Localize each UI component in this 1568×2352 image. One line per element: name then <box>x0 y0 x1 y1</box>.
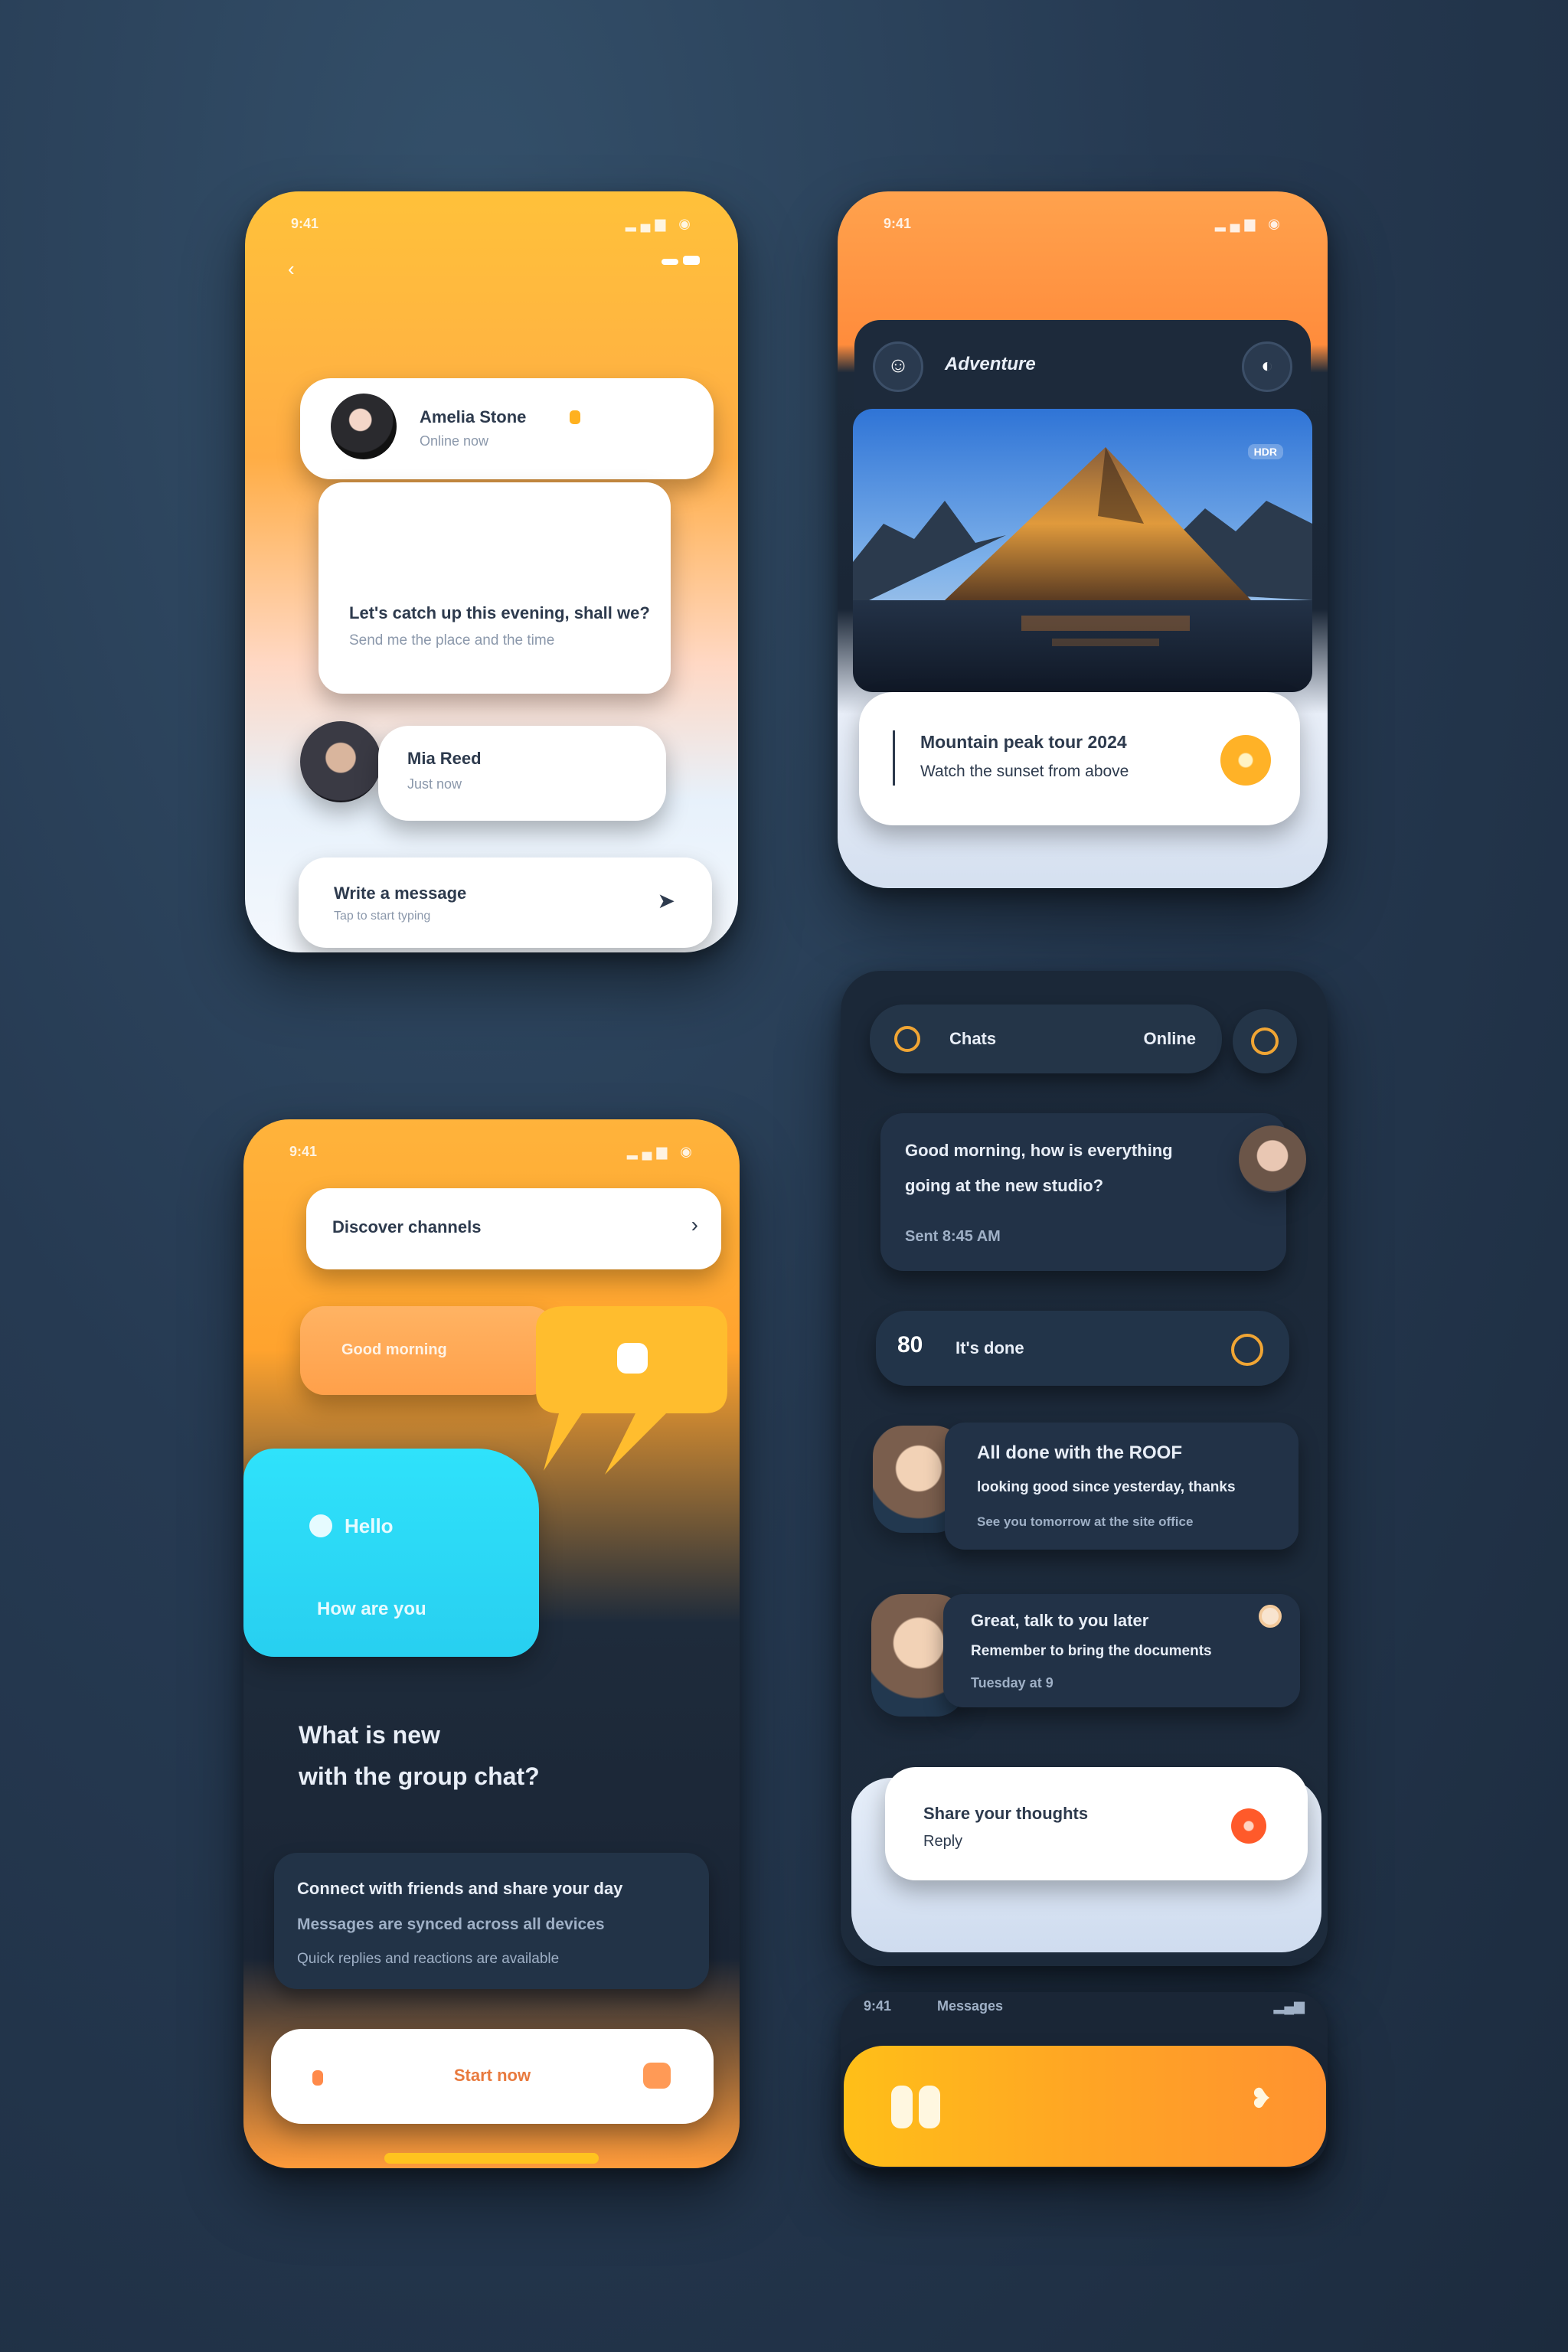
photo-phone: 9:41 ▂▄▆ ◉ ☺ Adventure ◐ HDR Mountain pe… <box>838 191 1328 888</box>
chat-list-dark: Chats Online Good morning, how is everyt… <box>841 971 1328 1966</box>
settings-ring <box>1251 1027 1279 1055</box>
status-time: 9:41 <box>884 216 912 231</box>
pill-icon-label: 80 <box>897 1332 923 1357</box>
player-bar-panel: 9:41 Messages ▂▄▆ ❥ <box>841 1992 1328 2168</box>
message-3-line3: Tuesday at 9 <box>971 1675 1054 1690</box>
status-left: 9:41 <box>864 1998 892 2014</box>
mountain-illustration <box>853 409 1312 692</box>
contact-subtitle: Online now <box>420 433 489 449</box>
input-placeholder: Write a message <box>334 884 467 903</box>
message-2-line1: All done with the ROOF <box>977 1442 1182 1463</box>
record-icon[interactable] <box>1231 1808 1266 1844</box>
message-1-avatar[interactable] <box>1239 1125 1306 1193</box>
info-paragraph-line2: Messages are synced across all devices <box>297 1916 605 1933</box>
start-button[interactable]: Start now <box>271 2029 714 2124</box>
chat-phone-light: 9:41 ▂▄▆ ◉ ‹ Amelia Stone Online now Let… <box>245 191 738 952</box>
message-1-line2: going at the new studio? <box>905 1176 1104 1195</box>
compose-line1: Share your thoughts <box>923 1804 1089 1823</box>
message-1-line1: Good morning, how is everything <box>905 1141 1173 1160</box>
reply-avatar[interactable] <box>300 721 381 802</box>
header-title: Adventure <box>945 354 1036 374</box>
message-input[interactable]: Write a message Tap to start typing ➤ <box>299 858 712 948</box>
menu-icon[interactable] <box>662 256 700 271</box>
play-icon[interactable] <box>1220 735 1271 786</box>
status-mid: Messages <box>937 1998 1004 2014</box>
message-1-line3: Sent 8:45 AM <box>905 1228 1001 1245</box>
status-icons: ▂▄▆ ◉ <box>626 1144 697 1159</box>
card-divider <box>893 730 895 786</box>
pause-icon[interactable] <box>891 2086 945 2128</box>
status-icons: ▂▄▆ ◉ <box>625 216 695 231</box>
question-line2: with the group chat? <box>299 1762 540 1790</box>
avatar[interactable] <box>331 394 397 459</box>
reply-bubble[interactable]: Mia Reed Just now <box>378 726 666 821</box>
heart-icon[interactable]: ❥ <box>1250 2082 1272 2115</box>
chevron-right-icon[interactable]: › <box>691 1213 698 1237</box>
message-3-line2: Remember to bring the documents <box>971 1643 1212 1659</box>
input-hint: Tap to start typing <box>334 910 431 923</box>
compose-line2: Reply <box>923 1833 963 1850</box>
top-bar-right: Online <box>1143 1029 1196 1048</box>
settings-icon[interactable] <box>1233 1009 1297 1073</box>
photo-badge: HDR <box>1247 444 1283 459</box>
conversation-phone: 9:41 ▂▄▆ ◉ Discover channels › Good morn… <box>243 1119 740 2168</box>
top-bar-left: Chats <box>949 1029 997 1048</box>
send-icon[interactable]: ➤ <box>658 888 675 913</box>
message-3-line1: Great, talk to you later <box>971 1611 1149 1630</box>
card-subtitle: Watch the sunset from above <box>920 763 1129 780</box>
clock-icon[interactable] <box>1231 1334 1263 1366</box>
home-indicator <box>384 2153 599 2164</box>
cyan-bubble[interactable]: Hello How are you <box>243 1449 539 1657</box>
message-text: Let's catch up this evening, shall we? <box>349 603 650 622</box>
message-card: Let's catch up this evening, shall we? S… <box>318 482 671 694</box>
message-2-line2: looking good since yesterday, thanks <box>977 1479 1236 1495</box>
message-card-3[interactable]: Great, talk to you later Remember to bri… <box>943 1594 1300 1707</box>
mountain-photo[interactable]: HDR <box>853 409 1312 692</box>
status-icons: ▂▄▆ ◉ <box>1214 216 1285 231</box>
cyan-bubble-line2: How are you <box>317 1599 426 1619</box>
message-card-2[interactable]: All done with the ROOF looking good sinc… <box>945 1423 1298 1550</box>
message-card-1[interactable]: Good morning, how is everything going at… <box>880 1113 1286 1271</box>
contact-name: Amelia Stone <box>420 407 527 426</box>
user-icon[interactable]: ☺ <box>873 341 923 392</box>
chat-top-bar[interactable]: Chats Online <box>870 1004 1222 1073</box>
chip-button[interactable]: Good morning <box>300 1306 554 1395</box>
status-pill[interactable]: 80 It's done <box>876 1311 1289 1386</box>
status-bar: 9:41 ▂▄▆ ◉ <box>243 1139 740 1167</box>
chip-label: Good morning <box>341 1341 447 1358</box>
compose-card[interactable]: Share your thoughts Reply <box>885 1767 1308 1880</box>
chevron-left-icon[interactable]: ‹ <box>288 259 308 279</box>
profile-icon[interactable]: ◐ <box>1242 341 1292 392</box>
discover-input-label: Discover channels <box>332 1217 482 1236</box>
status-bar: 9:41 ▂▄▆ ◉ <box>838 211 1328 239</box>
reply-subtitle: Just now <box>407 776 462 792</box>
info-paragraph-card: Connect with friends and share your day … <box>274 1853 709 1989</box>
status-right: ▂▄▆ <box>1273 1998 1305 2014</box>
card-title: Mountain peak tour 2024 <box>920 732 1127 752</box>
status-time: 9:41 <box>289 1144 318 1159</box>
info-paragraph-line3: Quick replies and reactions are availabl… <box>297 1951 560 1967</box>
status-bar: 9:41 ▂▄▆ ◉ <box>245 211 738 239</box>
tour-card[interactable]: Mountain peak tour 2024 Watch the sunset… <box>859 692 1300 825</box>
player-bar[interactable]: ❥ <box>844 2046 1326 2167</box>
discover-input[interactable]: Discover channels › <box>306 1188 721 1269</box>
yellow-speech-bubble <box>536 1306 727 1475</box>
smile-icon <box>894 1026 920 1052</box>
cyan-bubble-line1: Hello <box>345 1514 394 1537</box>
contact-card[interactable]: Amelia Stone Online now <box>300 378 714 479</box>
cyan-bubble-dot <box>309 1514 332 1537</box>
question-line1: What is new <box>299 1721 440 1749</box>
message-3-status-icon <box>1259 1605 1282 1628</box>
pill-text: It's done <box>956 1338 1024 1357</box>
status-time: 9:41 <box>291 216 319 231</box>
start-button-icon[interactable] <box>643 2063 671 2089</box>
info-paragraph-line1: Connect with friends and share your day <box>297 1879 623 1898</box>
message-subtext: Send me the place and the time <box>349 632 555 648</box>
online-badge <box>570 410 580 424</box>
reply-name: Mia Reed <box>407 749 482 768</box>
photo-header: ☺ Adventure ◐ <box>854 320 1311 409</box>
message-2-line3: See you tomorrow at the site office <box>977 1514 1194 1529</box>
